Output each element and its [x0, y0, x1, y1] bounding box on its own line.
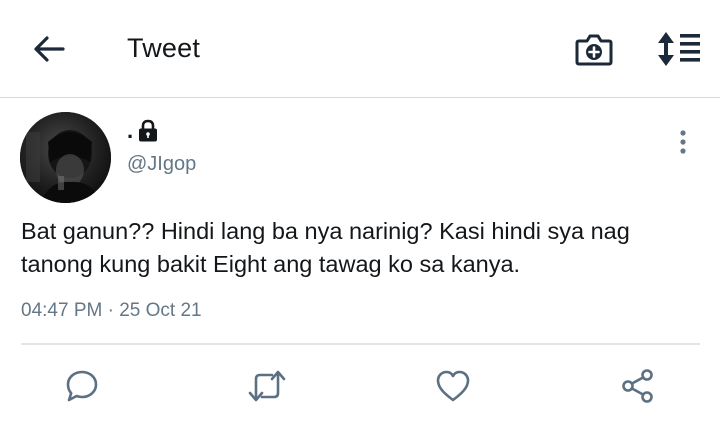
tweet-timestamp: 04:47 PM · 25 Oct 21: [21, 300, 202, 322]
more-vertical-icon: [680, 130, 686, 154]
retweet-button[interactable]: [245, 365, 289, 407]
avatar[interactable]: [20, 112, 111, 203]
heart-icon: [436, 370, 470, 402]
more-options-button[interactable]: [670, 126, 696, 158]
user-handle[interactable]: @JIgop: [127, 153, 196, 176]
page-title: Tweet: [127, 33, 201, 63]
reply-button[interactable]: [60, 365, 104, 407]
share-icon: [622, 369, 653, 403]
lock-icon: [139, 119, 158, 142]
sort-list-icon: [658, 32, 700, 66]
like-button[interactable]: [431, 365, 475, 407]
author-name-row[interactable]: .: [127, 118, 159, 144]
tweet-date: 25 Oct 21: [119, 300, 202, 321]
avatar-photo: [20, 112, 111, 203]
back-button[interactable]: [30, 30, 68, 68]
camera-button[interactable]: [572, 28, 616, 70]
share-button[interactable]: [616, 365, 660, 407]
tweet-text: Bat ganun?? Hindi lang ba nya narinig? K…: [21, 218, 630, 277]
top-app-bar: Tweet: [0, 0, 720, 98]
tweet-time: 04:47 PM: [21, 300, 103, 321]
display-name: .: [127, 118, 134, 143]
divider: [21, 343, 700, 345]
reply-icon: [66, 370, 98, 402]
sort-button[interactable]: [654, 28, 704, 70]
meta-separator: ·: [107, 300, 114, 321]
arrow-left-icon: [34, 36, 65, 62]
retweet-icon: [248, 370, 286, 402]
camera-plus-icon: [575, 34, 613, 66]
